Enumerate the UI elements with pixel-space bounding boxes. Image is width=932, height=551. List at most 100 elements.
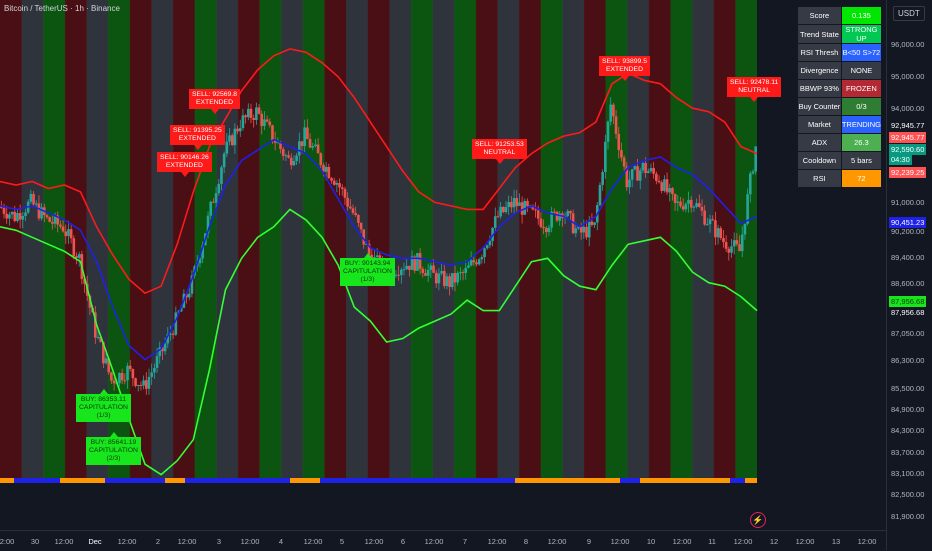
table-row: RSI Thresh B<50 S>72 [797,43,883,62]
candle-body [244,115,247,118]
price-tick: 83,100.00 [891,469,925,478]
price-tick: 84,900.00 [891,405,925,414]
candle-body [585,226,588,238]
candle-body [209,201,213,216]
price-tag: 92,945.77 [889,120,927,131]
zone-green [670,0,693,478]
candle-body [126,365,129,381]
candle-body [72,238,76,257]
candle-body [507,202,510,208]
buy-signal-label: BUY: 86353.11 CAPITULATION (1/3) [76,394,131,422]
candle-body [171,333,175,335]
candle-body [247,108,250,118]
candle-body [566,211,570,216]
candle-body [5,213,9,219]
time-axis[interactable]: 2:00 30 12:00 Dec 12:00 2 12:00 3 12:00 4 12:00 5 12… [0,530,886,551]
table-value: 0/3 [840,97,883,116]
zone-red [475,0,498,478]
candle-body [13,211,17,221]
candle-body [469,260,473,266]
currency-selector[interactable]: USDT [893,6,925,21]
candle-body [574,228,578,234]
candle-body [542,226,545,229]
table-key: RSI Thresh [797,43,842,62]
candle-body [281,148,285,156]
candle-body [622,157,626,167]
candle-body [553,211,556,213]
candle-body [59,224,62,227]
price-tag: 92,239.25 [889,167,927,178]
candle-body [630,169,634,180]
candle-body [748,173,752,195]
time-tick: 12:00 [547,537,567,546]
candle-body [233,128,237,146]
candle-body [700,206,704,211]
candle-body [134,378,137,386]
candle-body [238,128,242,132]
candle-body [424,273,427,276]
candle-body [440,271,443,274]
candle-body [668,188,672,193]
sell-arrow-icon [210,109,219,114]
time-tick: 12:00 [795,537,815,546]
zone-green [43,0,66,478]
candle-body [475,262,478,265]
candle-body [349,206,352,209]
candle-body [456,272,459,283]
candle-body [220,167,223,184]
candle-body [136,384,140,386]
candle-body [330,178,333,181]
candle-body [77,254,81,258]
candle-body [397,274,400,276]
symbol-title[interactable]: Bitcoin / TetherUS · 1h · Binance [4,4,120,13]
price-tick: 83,700.00 [891,448,925,457]
table-row: Score 0.135 [797,6,883,25]
candle-body [646,171,650,173]
zone-gray [432,0,455,478]
candle-body [340,187,344,189]
chart-area[interactable]: Bitcoin / TetherUS · 1h · Binance SELL: … [0,0,886,530]
candle-body [496,216,500,218]
candle-body [617,133,621,151]
candle-body [295,155,298,162]
table-row: Divergence NONE [797,61,883,80]
table-row: Buy Counter 0/3 [797,97,883,116]
strip-segment [60,478,105,483]
candle-body [655,173,658,181]
candle-body [263,119,266,127]
candle-body [673,193,677,203]
candle-body [150,372,153,377]
candle-body [515,198,519,206]
time-tick: 12:00 [733,537,753,546]
buy-signal-label: BUY: 90143.94 CAPITULATION (1/3) [340,258,395,286]
candle-body [335,183,339,185]
candle-body [104,358,108,364]
candle-body [536,210,540,219]
candle-body [142,380,145,386]
table-row: RSI 72 [797,169,883,188]
candle-body [343,188,347,198]
zone-green [259,0,282,478]
candle-body [144,380,148,389]
candle-body [432,265,435,273]
candle-body [740,234,744,252]
time-tick: 12:00 [610,537,630,546]
time-tick: 9 [586,537,592,546]
candle-body [311,146,315,148]
sell-signal-label: SELL: 92478.11 NEUTRAL [727,77,782,97]
candle-body [477,259,481,265]
candle-body [346,197,349,207]
tradingview-logo-icon[interactable]: ⚡ [750,512,766,528]
buy-arrow-icon [99,389,108,394]
price-tick: 86,300.00 [891,356,925,365]
zone-gray [216,0,239,478]
buy-arrow-icon [363,253,372,258]
candle-body [485,245,489,249]
candle-body [751,171,755,174]
strip-segment [0,478,14,483]
price-tick: 84,300.00 [891,426,925,435]
candle-body [706,224,709,226]
candle-body [48,217,51,222]
candle-body [676,201,680,203]
price-axis[interactable]: USDT 96,000.00 95,000.00 94,000.00 91,000.0… [886,0,932,550]
